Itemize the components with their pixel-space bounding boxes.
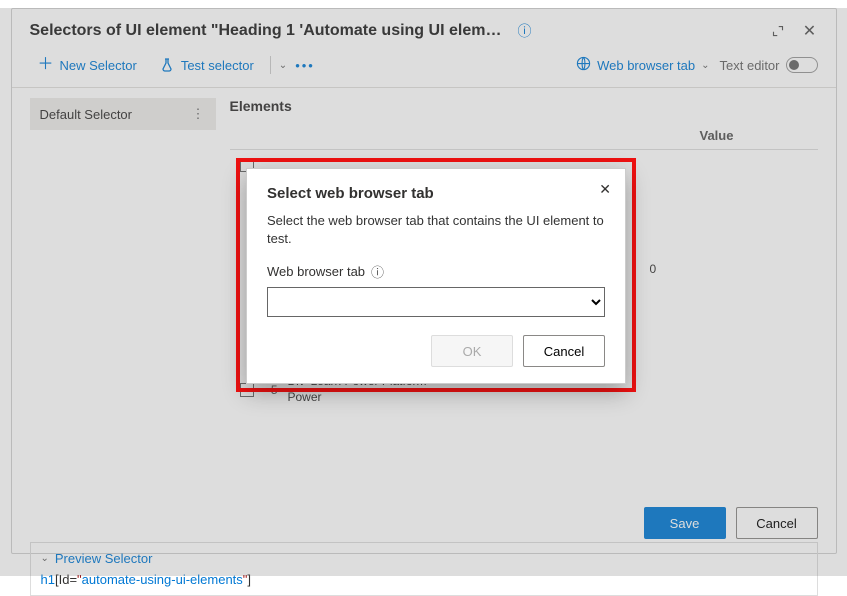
close-icon[interactable]: ✕ xyxy=(599,181,611,198)
info-icon[interactable]: ⓘ xyxy=(371,262,384,281)
select-browser-tab-dialog: ✕ Select web browser tab Select the web … xyxy=(246,168,626,384)
web-browser-tab-select[interactable] xyxy=(267,287,605,317)
cancel-button[interactable]: Cancel xyxy=(523,335,605,367)
field-label-text: Web browser tab xyxy=(267,264,365,279)
dialog-actions: OK Cancel xyxy=(267,335,605,367)
dialog-title: Select web browser tab xyxy=(267,185,605,202)
dialog-body: Select the web browser tab that contains… xyxy=(267,212,605,248)
ok-button[interactable]: OK xyxy=(431,335,513,367)
field-label: Web browser tab ⓘ xyxy=(267,262,605,281)
